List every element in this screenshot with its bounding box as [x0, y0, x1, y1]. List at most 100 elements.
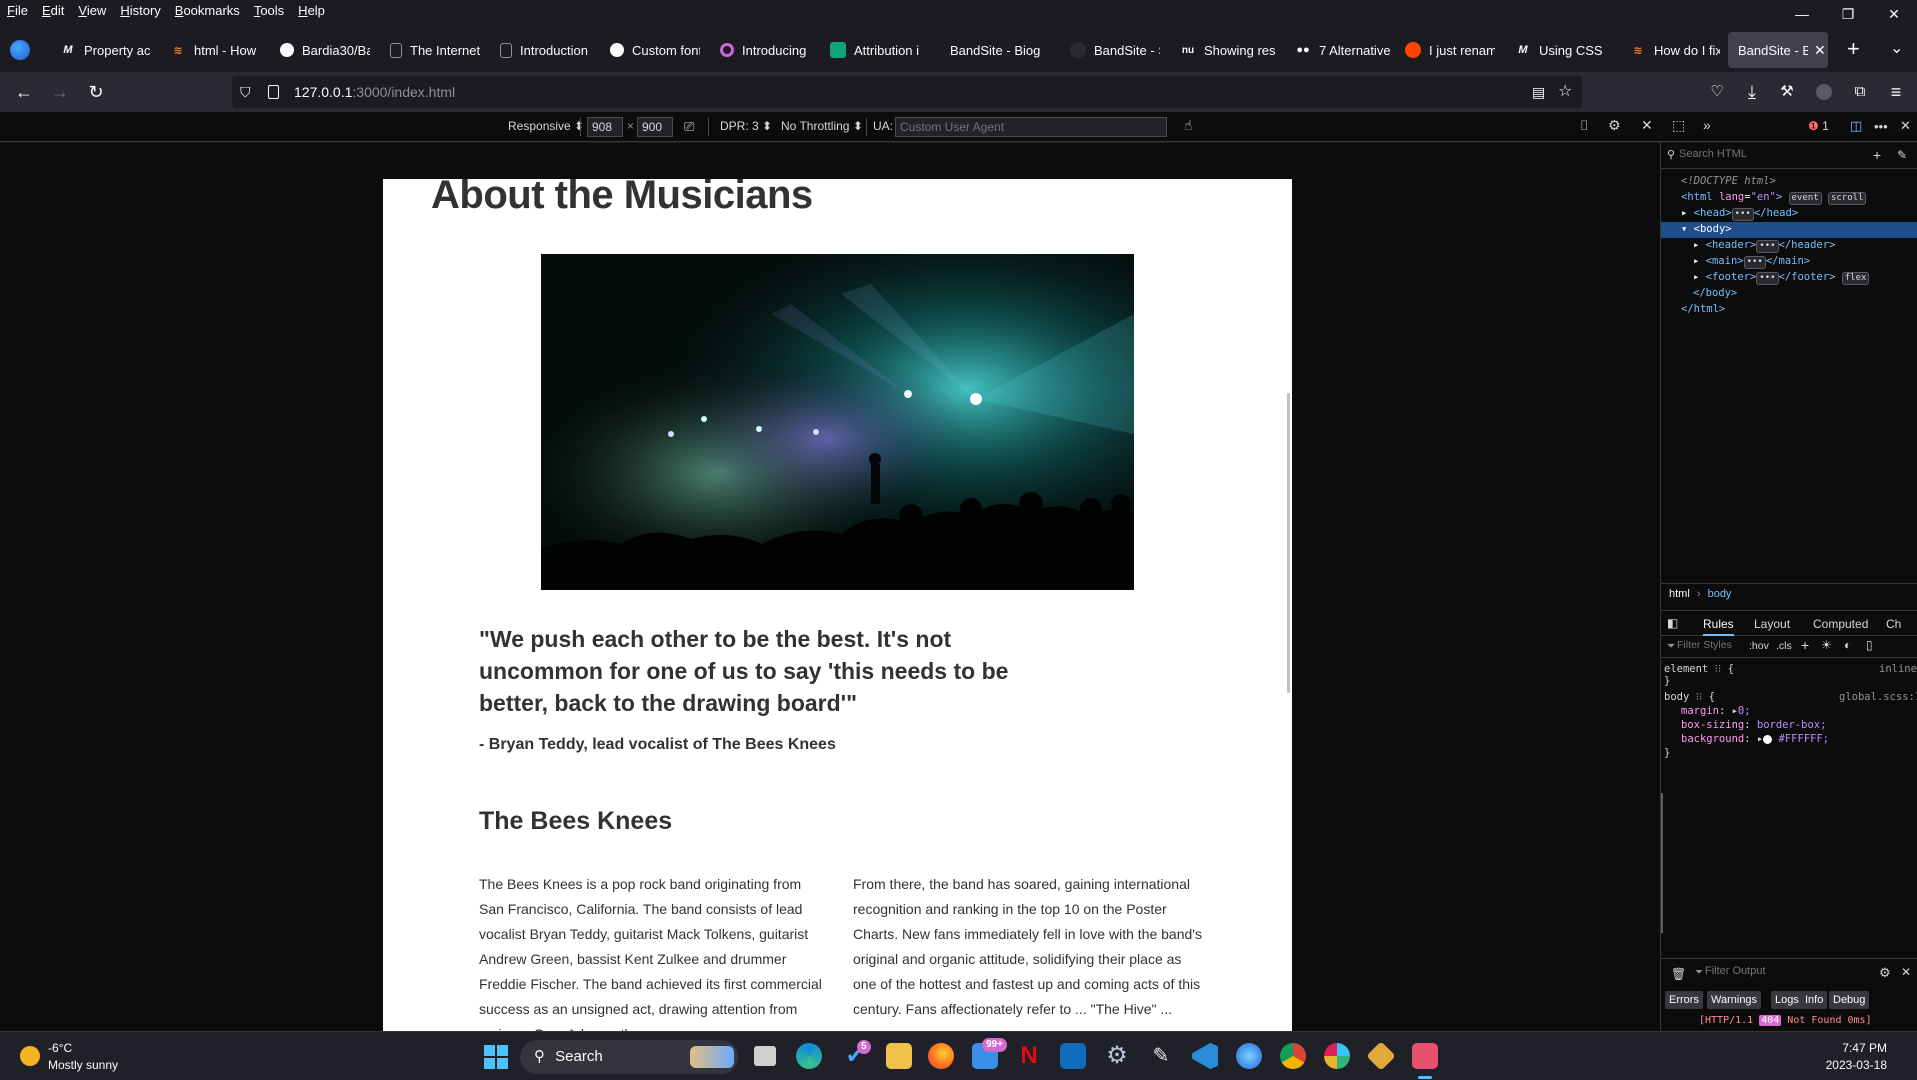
menu-bookmarks[interactable]: Bookmarks [168, 3, 247, 18]
console-message[interactable]: [HTTP/1.1 404 Not Found 0ms] [1699, 1015, 1872, 1026]
tree-body[interactable]: ▾ <body> [1681, 223, 1732, 235]
downloads-icon[interactable]: ⤓ [1740, 80, 1764, 104]
settings-gear-icon[interactable]: ⚙ [1608, 117, 1621, 134]
tree-html-close[interactable]: </html> [1681, 303, 1725, 315]
expand-triangle-icon[interactable]: ▸ [1693, 239, 1699, 251]
close-window-icon[interactable]: ✕ [1871, 0, 1917, 28]
settings-gear-icon[interactable]: ⚙ [1104, 1043, 1130, 1069]
tree-head[interactable]: ▸ <head> ••• </head> [1681, 207, 1798, 221]
breadcrumb-body[interactable]: body [1708, 588, 1732, 600]
tree-body-close[interactable]: </body> [1693, 287, 1737, 299]
reload-icon[interactable]: ↻ [84, 80, 108, 104]
vscode-icon[interactable] [1192, 1043, 1218, 1069]
add-rule-icon[interactable]: + [1801, 637, 1809, 653]
user-agent-input[interactable] [895, 117, 1167, 137]
tab[interactable]: The Internet [380, 32, 480, 68]
filter-output-input[interactable] [1705, 965, 1825, 977]
css-property[interactable]: background: ▸ #FFFFFF; [1681, 733, 1829, 745]
filter-info-button[interactable]: Info [1801, 991, 1828, 1009]
eyedropper-icon[interactable]: ✎ [1897, 148, 1907, 162]
filter-errors-button[interactable]: Errors [1665, 991, 1703, 1009]
console-settings-icon[interactable]: ⚙ [1879, 965, 1891, 981]
tab[interactable]: I just rename [1395, 32, 1495, 68]
tab[interactable]: ●● 7 Alternative [1285, 32, 1390, 68]
tree-header[interactable]: ▸ <header> ••• </header> [1693, 239, 1835, 253]
tree-html[interactable]: <html lang="en"> event scroll [1681, 191, 1867, 205]
restore-icon[interactable]: ❐ [1825, 0, 1871, 28]
more-tools-chevron-icon[interactable]: » [1703, 117, 1711, 133]
hov-toggle[interactable]: :hov [1749, 640, 1769, 652]
expand-triangle-icon[interactable]: ▸ [1681, 207, 1687, 219]
tab[interactable]: M Property acc [50, 32, 150, 68]
weather-sun-icon[interactable] [20, 1046, 40, 1066]
filter-debug-button[interactable]: Debug [1829, 991, 1870, 1009]
touch-simulation-icon[interactable]: ☝ [1184, 117, 1193, 134]
expand-triangle-icon[interactable]: ▸ [1693, 255, 1699, 267]
slack-icon[interactable] [1324, 1043, 1350, 1069]
task-view-icon[interactable] [754, 1046, 776, 1066]
tree-footer[interactable]: ▸ <footer> ••• </footer> flex [1693, 271, 1870, 285]
menu-view[interactable]: View [71, 3, 113, 18]
file-explorer-icon[interactable] [886, 1043, 912, 1069]
close-devtools-icon[interactable]: ✕ [1900, 118, 1911, 134]
tab-layout[interactable]: Layout [1754, 617, 1790, 631]
tab[interactable]: BandSite - Sh [1060, 32, 1160, 68]
pick-element-icon[interactable]: ⬚ [1672, 117, 1685, 134]
rule-source-link[interactable]: global.scss:11 [1839, 691, 1917, 703]
more-options-icon[interactable]: ••• [1874, 119, 1888, 134]
dock-side-icon[interactable]: ◫ [1850, 118, 1862, 134]
filter-logs-button[interactable]: Logs [1771, 991, 1803, 1009]
event-badge[interactable]: event [1788, 192, 1822, 205]
tree-main[interactable]: ▸ <main> ••• </main> [1693, 255, 1810, 269]
screenshot-icon[interactable]: ⌷ [1580, 117, 1588, 134]
inkscape-icon[interactable]: ✎ [1148, 1043, 1174, 1069]
tab[interactable]: ≋ html - How [160, 32, 260, 68]
git-icon[interactable] [1366, 1041, 1396, 1071]
menu-history[interactable]: History [113, 3, 167, 18]
edge-icon[interactable] [796, 1043, 822, 1069]
close-console-icon[interactable]: ✕ [1901, 965, 1911, 979]
page-scrollbar[interactable] [1287, 393, 1290, 693]
hamburger-menu-icon[interactable]: ≡ [1884, 80, 1908, 104]
viewport-height-input[interactable]: 900 [637, 117, 673, 137]
tab-list-chevron-icon[interactable]: ⌄ [1890, 38, 1903, 58]
tab[interactable]: Custom font [600, 32, 700, 68]
new-tab-icon[interactable]: + [1847, 36, 1860, 62]
tab-changes[interactable]: Ch [1886, 617, 1901, 631]
tab[interactable]: BandSite - Biogr [940, 32, 1040, 68]
contrast-icon[interactable]: ◐ [1844, 638, 1851, 652]
tab[interactable]: Attribution i [820, 32, 920, 68]
tree-doctype[interactable]: <!DOCTYPE html> [1681, 175, 1776, 187]
css-property[interactable]: margin: ▸0; [1681, 705, 1751, 717]
wrench-icon[interactable]: ⚒ [1775, 80, 1799, 104]
forward-icon[interactable]: → [48, 80, 72, 104]
print-media-icon[interactable]: ▯ [1866, 638, 1873, 652]
tab[interactable]: Introducing [710, 32, 810, 68]
snipping-tool-icon[interactable] [1412, 1043, 1438, 1069]
minimize-icon[interactable]: — [1779, 0, 1825, 28]
extensions-icon[interactable]: ⧉ [1848, 80, 1872, 104]
chrome-icon[interactable] [1280, 1043, 1306, 1069]
css-property[interactable]: box-sizing: border-box; [1681, 719, 1826, 731]
device-selector[interactable]: Responsive ⬍ [508, 119, 584, 133]
dpr-selector[interactable]: DPR: 3 ⬍ [720, 119, 772, 133]
filter-styles-input[interactable] [1677, 639, 1747, 651]
reader-view-icon[interactable]: ▤ [1532, 76, 1545, 108]
trash-icon[interactable]: 🗑︎ [1671, 967, 1686, 981]
flex-badge[interactable]: flex [1841, 272, 1870, 285]
account-icon[interactable] [1812, 80, 1836, 104]
firefox-dev-icon[interactable] [1236, 1043, 1262, 1069]
tab[interactable]: Introduction [490, 32, 590, 68]
start-icon[interactable] [484, 1045, 508, 1069]
firefox-view-icon[interactable] [10, 40, 30, 60]
tab[interactable]: nu Showing resu [1170, 32, 1275, 68]
viewport-width-input[interactable]: 908 [587, 117, 623, 137]
color-swatch[interactable] [1763, 734, 1773, 744]
tab[interactable]: MUsing CSS tra [1505, 32, 1605, 68]
devtools-scrollbar[interactable] [1661, 793, 1663, 933]
menu-tools[interactable]: Tools [247, 3, 291, 18]
clock[interactable]: 7:47 PM 2023-03-18 [1826, 1040, 1887, 1074]
netflix-icon[interactable]: N [1016, 1043, 1042, 1069]
menu-edit[interactable]: Edit [35, 3, 71, 18]
add-node-icon[interactable]: + [1873, 147, 1881, 163]
